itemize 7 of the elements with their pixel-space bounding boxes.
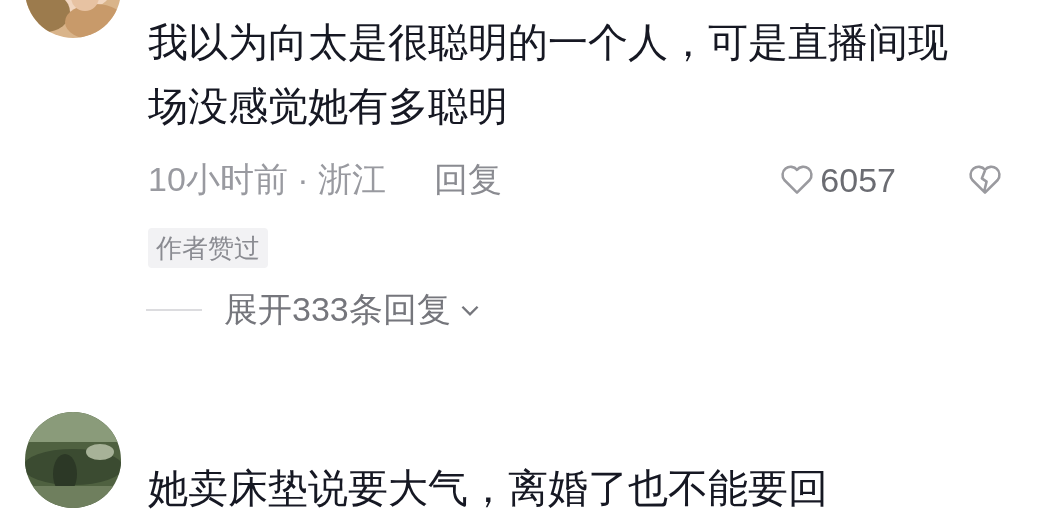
author-liked-tag: 作者赞过 [148, 228, 268, 268]
expand-replies-button[interactable]: 展开333条回复 [224, 287, 483, 333]
time-location: 10小时前 · 浙江 [148, 159, 387, 200]
comment-text: 我以为向太是很聪明的一个人，可是直播间现场没感觉她有多聪明 [148, 19, 949, 130]
comment-text: 她卖床垫说要大气，离婚了也不能要回 [148, 465, 829, 510]
like-count: 6057 [820, 160, 896, 200]
reply-button[interactable]: 回复 [434, 157, 503, 203]
